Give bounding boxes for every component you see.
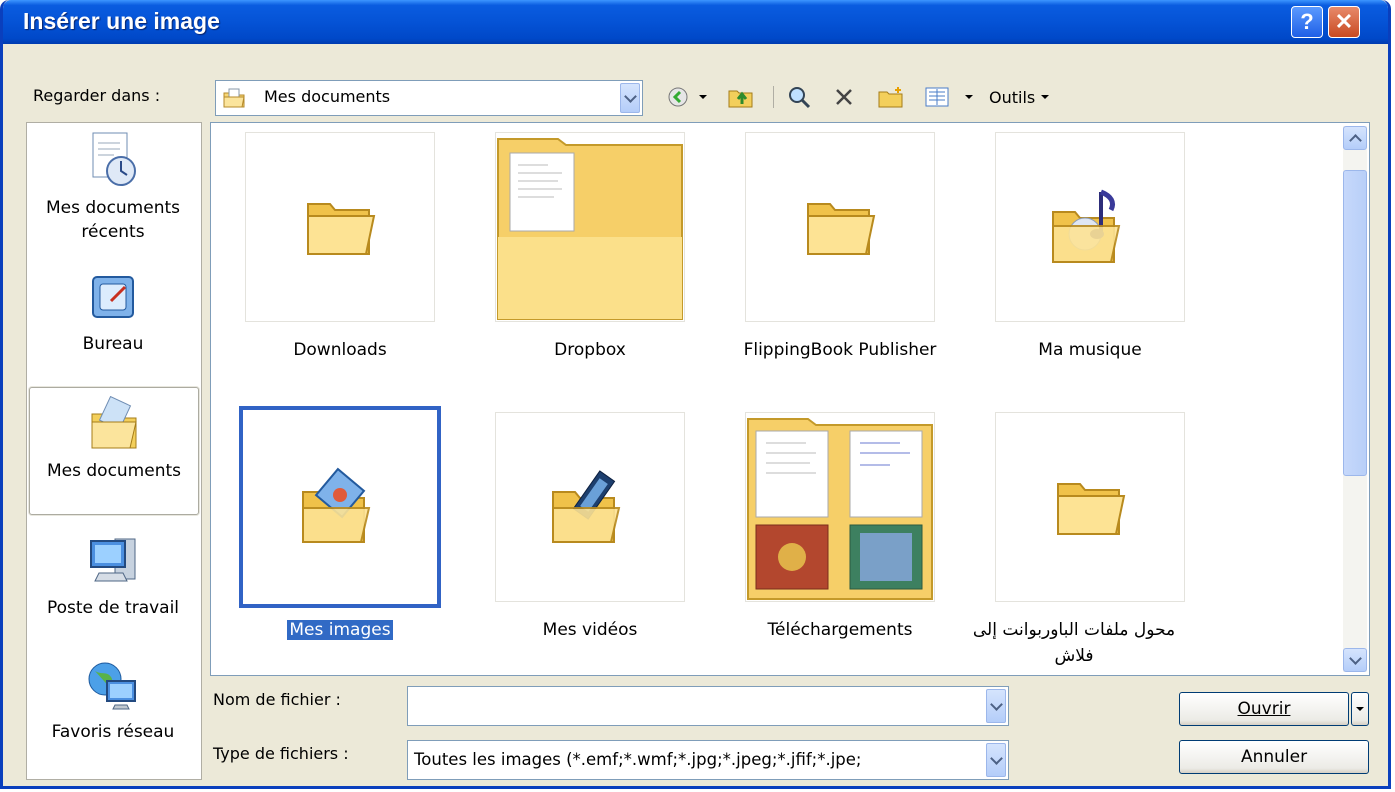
- tools-menu-label: Outils: [989, 87, 1036, 107]
- window-title: Insérer une image: [23, 8, 220, 34]
- dropdown-arrow-icon: [1356, 707, 1364, 711]
- place-desktop[interactable]: Bureau: [29, 273, 197, 356]
- folder-icon: [307, 203, 376, 255]
- new-folder-button[interactable]: [877, 84, 905, 110]
- delete-icon: [836, 89, 852, 105]
- chevron-up-icon: [1348, 133, 1362, 147]
- up-one-level-button[interactable]: [727, 84, 755, 110]
- search-icon: [789, 87, 811, 109]
- item-thumbnail: [239, 406, 441, 608]
- place-network-places[interactable]: Favoris réseau: [29, 657, 197, 744]
- item-thumbnail: [995, 412, 1185, 602]
- file-name-label: Nom de fichier :: [213, 690, 341, 709]
- item-thumbnail: [745, 412, 935, 602]
- place-recent-documents[interactable]: Mes documents récents: [29, 131, 197, 244]
- back-dropdown-button[interactable]: [697, 84, 709, 110]
- item-label: Downloads: [293, 340, 387, 360]
- place-my-documents[interactable]: Mes documents: [29, 387, 199, 515]
- places-bar: Mes documents récents Bureau Mes documen…: [26, 122, 202, 780]
- folder-icon: [1057, 483, 1126, 535]
- folder-icon: [807, 203, 876, 255]
- my-documents-small-icon: [222, 87, 246, 113]
- item-label: Dropbox: [554, 340, 626, 360]
- file-type-label: Type de fichiers :: [213, 744, 349, 763]
- dropdown-arrow-icon: [699, 95, 707, 99]
- music-folder-icon: [1052, 189, 1121, 263]
- up-folder-icon: [728, 90, 753, 108]
- insert-image-dialog: Insérer une image ? ✕ Regarder dans : Me…: [0, 0, 1391, 789]
- close-button[interactable]: ✕: [1328, 6, 1360, 38]
- place-my-computer[interactable]: Poste de travail: [29, 533, 197, 620]
- item-label: Ma musique: [1038, 340, 1142, 360]
- views-dropdown-button[interactable]: [963, 84, 975, 110]
- chevron-down-icon: [1348, 651, 1362, 665]
- help-button[interactable]: ?: [1291, 6, 1323, 38]
- chevron-down-icon: [989, 751, 1003, 765]
- item-label: Téléchargements: [767, 620, 913, 640]
- item-label: Mes images: [287, 620, 393, 640]
- recent-documents-icon: [92, 132, 136, 186]
- item-label: FlippingBook Publisher: [743, 340, 937, 360]
- delete-button[interactable]: [831, 84, 857, 110]
- chevron-down-icon: [623, 89, 637, 103]
- my-documents-icon: [91, 395, 137, 449]
- place-label: Mes documents récents: [45, 198, 181, 242]
- back-icon: [668, 87, 688, 107]
- dropdown-arrow-icon: [1041, 95, 1050, 99]
- scroll-down-button[interactable]: [1343, 648, 1367, 672]
- item-label: محول ملفات الباوربوانت إلى فلاش: [972, 620, 1176, 666]
- item-thumbnail: [245, 132, 435, 322]
- chevron-down-icon: [989, 697, 1003, 711]
- look-in-combo[interactable]: Mes documents: [215, 80, 643, 116]
- place-label: Favoris réseau: [51, 722, 175, 742]
- item-label: Mes vidéos: [542, 620, 638, 640]
- file-type-value: Toutes les images (*.emf;*.wmf;*.jpg;*.j…: [414, 750, 862, 769]
- network-places-icon: [88, 662, 136, 710]
- item-thumbnail: [495, 412, 685, 602]
- folder-preview-icon: [497, 138, 683, 320]
- my-computer-icon: [90, 538, 136, 582]
- file-name-dropdown-button[interactable]: [986, 689, 1006, 723]
- file-type-select[interactable]: Toutes les images (*.emf;*.wmf;*.jpg;*.j…: [407, 740, 1009, 780]
- item-thumbnail: [745, 132, 935, 322]
- vertical-scrollbar[interactable]: [1343, 126, 1367, 672]
- look-in-dropdown-button[interactable]: [620, 83, 640, 113]
- back-button[interactable]: [665, 84, 691, 110]
- pictures-folder-icon: [302, 467, 371, 543]
- tools-menu-button[interactable]: Outils: [989, 84, 1073, 110]
- place-label: Bureau: [82, 334, 144, 354]
- scroll-up-button[interactable]: [1343, 126, 1367, 150]
- scrollbar-thumb[interactable]: [1343, 170, 1367, 476]
- look-in-label: Regarder dans :: [33, 86, 161, 105]
- toolbar-separator: [771, 84, 775, 110]
- look-in-value: Mes documents: [264, 87, 391, 106]
- open-dropdown-button[interactable]: [1351, 692, 1369, 726]
- place-label: Mes documents: [46, 461, 182, 481]
- dropdown-arrow-icon: [965, 95, 973, 99]
- folder-preview-icon: [747, 418, 933, 600]
- item-thumbnail: [995, 132, 1185, 322]
- search-web-button[interactable]: [785, 84, 813, 110]
- desktop-icon: [92, 276, 134, 318]
- cancel-button[interactable]: Annuler: [1179, 740, 1369, 774]
- views-icon: [925, 87, 949, 107]
- views-button[interactable]: [923, 84, 951, 110]
- item-thumbnail: [495, 132, 685, 322]
- file-list-view[interactable]: Downloads Dropbox FlippingBook Publisher…: [210, 122, 1370, 676]
- place-label: Poste de travail: [46, 598, 180, 618]
- file-type-dropdown-button[interactable]: [986, 743, 1006, 777]
- file-name-input[interactable]: [407, 686, 1009, 726]
- open-button[interactable]: Ouvrir: [1179, 692, 1349, 726]
- new-folder-icon: [878, 87, 903, 108]
- title-bar: Insérer une image ? ✕: [3, 0, 1388, 44]
- videos-folder-icon: [552, 470, 621, 543]
